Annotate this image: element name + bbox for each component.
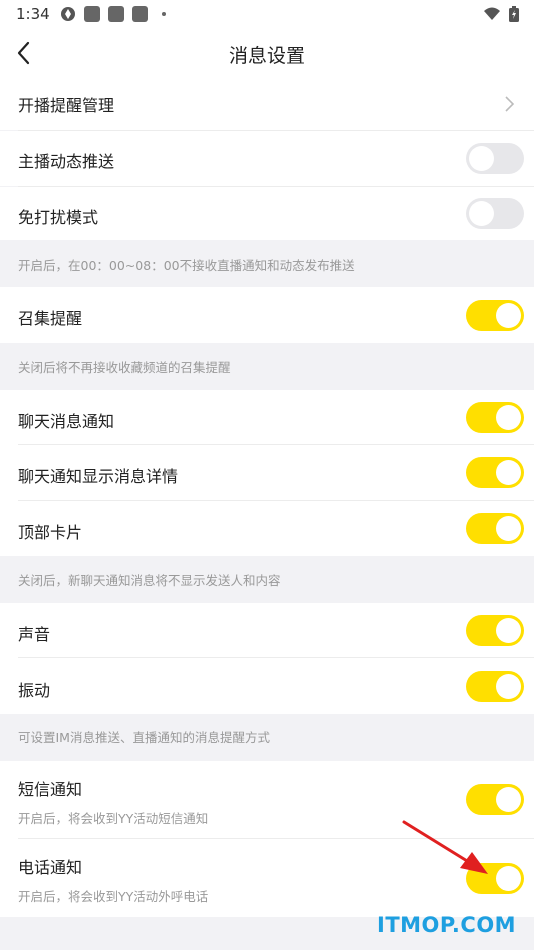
gather-note: 关闭后将不再接收收藏频道的召集提醒 <box>0 343 534 390</box>
sound-note: 可设置IM消息推送、直播通知的消息提醒方式 <box>0 714 534 761</box>
host-feed-push-toggle[interactable] <box>466 143 524 174</box>
chat-detail-toggle[interactable] <box>466 457 524 488</box>
toggle-knob <box>469 201 494 226</box>
vibration-toggle[interactable] <box>466 671 524 702</box>
toggle-knob <box>496 460 521 485</box>
chat-detail-row: 聊天通知显示消息详情 <box>0 445 534 501</box>
toggle-knob <box>496 303 521 328</box>
note-text: 关闭后将不再接收收藏频道的召集提醒 <box>18 360 231 375</box>
chevron-right-icon <box>505 96 515 112</box>
wifi-icon <box>484 7 500 20</box>
watermark: ITMOP.COM <box>377 913 517 937</box>
toggle-knob <box>469 146 494 171</box>
row-label: 声音 <box>18 625 51 644</box>
chat-notification-toggle[interactable] <box>466 402 524 433</box>
sound-row: 声音 <box>0 603 534 658</box>
row-label: 聊天消息通知 <box>18 412 115 431</box>
sync-icon <box>61 7 75 21</box>
chat-notification-row: 聊天消息通知 <box>0 390 534 445</box>
toggle-knob <box>496 516 521 541</box>
status-bar: 1:34 <box>0 0 534 28</box>
page-title: 消息设置 <box>228 45 305 67</box>
row-label: 召集提醒 <box>18 309 83 328</box>
vibration-row: 振动 <box>0 658 534 714</box>
row-label: 振动 <box>18 681 51 700</box>
sms-notification-toggle[interactable] <box>466 784 524 815</box>
note-text: 关闭后，新聊天通知消息将不显示发送人和内容 <box>18 573 281 588</box>
note-text: 开启后，在00：00~08：00不接收直播通知和动态发布推送 <box>18 258 355 273</box>
annotation-arrow-icon <box>402 820 488 874</box>
toggle-knob <box>496 787 521 812</box>
row-label: 聊天通知显示消息详情 <box>18 467 179 486</box>
notification-icon <box>84 6 100 22</box>
chat-note: 关闭后，新聊天通知消息将不显示发送人和内容 <box>0 556 534 603</box>
toggle-knob <box>496 674 521 699</box>
do-not-disturb-row: 免打扰模式 <box>0 187 534 240</box>
row-sublabel: 开启后，将会收到YY活动短信通知 <box>18 811 209 826</box>
row-label: 开播提醒管理 <box>18 96 115 115</box>
live-reminder-management-row[interactable]: 开播提醒管理 <box>0 78 534 130</box>
gather-reminder-row: 召集提醒 <box>0 287 534 343</box>
host-feed-push-row: 主播动态推送 <box>0 131 534 186</box>
row-label: 电话通知 <box>18 858 83 877</box>
row-label: 免打扰模式 <box>18 208 99 227</box>
status-time: 1:34 <box>16 5 50 23</box>
dnd-note: 开启后，在00：00~08：00不接收直播通知和动态发布推送 <box>0 240 534 287</box>
toggle-knob <box>496 405 521 430</box>
row-label: 主播动态推送 <box>18 152 115 171</box>
battery-icon <box>509 6 519 22</box>
row-label: 短信通知 <box>18 780 83 799</box>
sound-toggle[interactable] <box>466 615 524 646</box>
toggle-knob <box>496 618 521 643</box>
app-bar: 消息设置 <box>0 28 534 78</box>
toggle-knob <box>496 866 521 891</box>
row-sublabel: 开启后，将会收到YY活动外呼电话 <box>18 889 209 904</box>
notification-icon <box>108 6 124 22</box>
top-card-row: 顶部卡片 <box>0 501 534 556</box>
note-text: 可设置IM消息推送、直播通知的消息提醒方式 <box>18 730 270 745</box>
row-label: 顶部卡片 <box>18 523 83 542</box>
notification-icon <box>132 6 148 22</box>
do-not-disturb-toggle[interactable] <box>466 198 524 229</box>
gather-reminder-toggle[interactable] <box>466 300 524 331</box>
top-card-toggle[interactable] <box>466 513 524 544</box>
more-notifications-dot-icon <box>162 12 166 16</box>
